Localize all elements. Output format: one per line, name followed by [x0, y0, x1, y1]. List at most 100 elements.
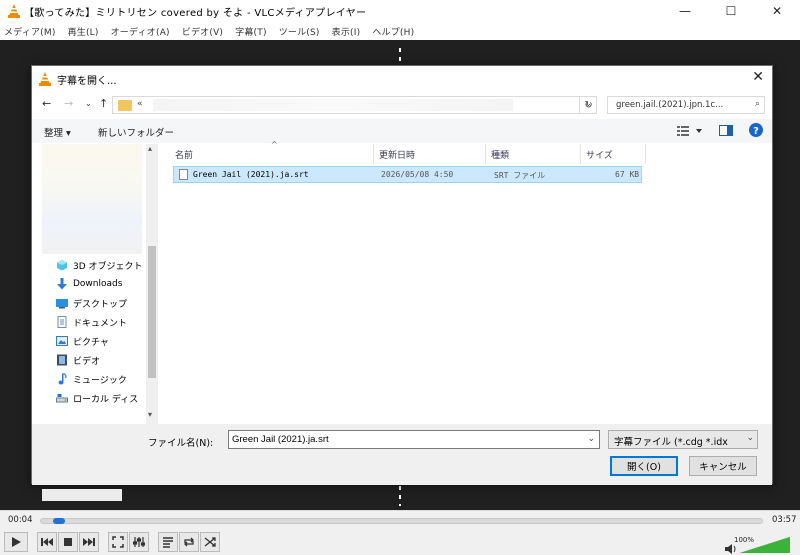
- nav-item-downloads[interactable]: Downloads: [56, 276, 122, 292]
- close-window-button[interactable]: ✕: [754, 0, 800, 22]
- menu-tools[interactable]: ツール(S): [279, 25, 320, 38]
- scroll-down-icon[interactable]: ▾: [148, 410, 152, 419]
- minimize-button[interactable]: —: [662, 0, 708, 22]
- menu-video[interactable]: ビデオ(V): [182, 25, 223, 38]
- refresh-icon[interactable]: ↻: [579, 96, 597, 114]
- search-icon: ⌕: [754, 99, 760, 109]
- menu-view[interactable]: 表示(I): [332, 25, 361, 38]
- playlist-button[interactable]: [158, 532, 178, 552]
- nav-item-label: デスクトップ: [73, 299, 128, 310]
- menu-subtitle[interactable]: 字幕(T): [235, 25, 267, 38]
- column-name[interactable]: 名前: [170, 144, 374, 164]
- nav-item-documents[interactable]: ドキュメント: [56, 314, 127, 330]
- loop-icon: [184, 537, 194, 547]
- open-subtitle-dialog: 字幕を開く... ✕ ← → ⌄ ↑ « ⌄ ↻ green.jail.(202…: [31, 65, 773, 501]
- filetype-select[interactable]: 字幕ファイル (*.cdg *.idx ⌄: [608, 430, 758, 449]
- open-button[interactable]: 開く(O): [610, 456, 678, 476]
- menu-bar: メディア(M) 再生(L) オーディオ(A) ビデオ(V) 字幕(T) ツール(…: [0, 22, 800, 40]
- nav-item-label: ローカル ディス: [73, 394, 139, 405]
- play-icon: [12, 537, 21, 547]
- menu-audio[interactable]: オーディオ(A): [111, 25, 170, 38]
- shuffle-button[interactable]: [200, 532, 220, 552]
- help-icon[interactable]: ?: [749, 123, 763, 137]
- address-prefix: «: [137, 99, 143, 109]
- vlc-cone-icon: [8, 4, 20, 18]
- stop-button[interactable]: [58, 532, 78, 552]
- fullscreen-icon: [112, 536, 124, 548]
- downloads-icon: [57, 278, 67, 290]
- up-arrow-icon[interactable]: ↑: [99, 97, 108, 110]
- seek-bar[interactable]: [40, 518, 763, 524]
- seek-handle[interactable]: [53, 518, 65, 524]
- organize-button[interactable]: 整理 ▾: [44, 125, 71, 139]
- navigation-pane: 3D オブジェクト Downloads デスクトップ ドキュメント ピクチャ ビ…: [32, 144, 157, 501]
- elapsed-time: 00:04: [8, 515, 33, 525]
- stop-icon: [64, 538, 72, 546]
- dialog-toolbar: 整理 ▾ 新しいフォルダー ?: [32, 119, 772, 143]
- filename-input[interactable]: Green Jail (2021).ja.srt ⌄: [228, 430, 600, 449]
- scroll-up-icon[interactable]: ▴: [148, 144, 152, 153]
- loop-button[interactable]: [179, 532, 199, 552]
- quick-access-redacted: [42, 144, 142, 254]
- file-name: Green Jail (2021).ja.srt: [193, 170, 309, 179]
- new-folder-button[interactable]: 新しいフォルダー: [98, 125, 174, 139]
- nav-item-pictures[interactable]: ピクチャ: [56, 333, 109, 349]
- nav-item-desktop[interactable]: デスクトップ: [56, 295, 127, 311]
- forward-arrow-icon[interactable]: →: [64, 97, 73, 110]
- nav-item-music[interactable]: ミュージック: [56, 371, 127, 387]
- dialog-close-button[interactable]: ✕: [752, 69, 764, 85]
- menu-playback[interactable]: 再生(L): [68, 25, 99, 38]
- back-arrow-icon[interactable]: ←: [42, 97, 51, 110]
- search-box[interactable]: green.jail.(2021).jpn.1c... ⌕: [607, 96, 765, 114]
- folder-icon: [118, 100, 132, 111]
- svg-text:?: ?: [753, 126, 759, 137]
- next-button[interactable]: [79, 532, 99, 552]
- address-bar[interactable]: « ⌄: [112, 96, 597, 114]
- file-modified: 2026/05/08 4:50: [381, 170, 454, 179]
- vlc-title-bar: 【歌ってみた】ミリトリセン covered by そよ - VLCメディアプレイ…: [0, 0, 800, 22]
- play-button[interactable]: [4, 532, 28, 552]
- extended-settings-button[interactable]: [129, 532, 149, 552]
- filetype-value: 字幕ファイル (*.cdg *.idx: [614, 437, 728, 448]
- file-list: ^ 名前 更新日時 種類 サイズ Green Jail (2021).ja.sr…: [161, 140, 772, 424]
- nav-pane-scrollbar[interactable]: ▴ ▾: [146, 144, 158, 424]
- recent-locations-icon[interactable]: ⌄: [85, 99, 92, 108]
- desktop-icon: [56, 299, 68, 309]
- nav-item-3d-objects[interactable]: 3D オブジェクト: [56, 257, 143, 273]
- nav-item-label: Downloads: [73, 279, 123, 289]
- volume-slider[interactable]: [740, 537, 790, 553]
- window-title: 【歌ってみた】ミリトリセン covered by そよ - VLCメディアプレイ…: [24, 8, 367, 19]
- nav-item-videos[interactable]: ビデオ: [56, 352, 100, 368]
- maximize-button[interactable]: ☐: [708, 0, 754, 22]
- column-modified[interactable]: 更新日時: [374, 144, 486, 164]
- search-input[interactable]: green.jail.(2021).jpn.1c...: [616, 100, 723, 110]
- file-icon: [179, 169, 188, 180]
- menu-media[interactable]: メディア(M): [4, 25, 56, 38]
- nav-item-label: ビデオ: [73, 356, 101, 367]
- file-row[interactable]: Green Jail (2021).ja.srt 2026/05/08 4:50…: [173, 166, 642, 183]
- scroll-thumb[interactable]: [148, 246, 156, 378]
- column-size[interactable]: サイズ: [581, 144, 646, 164]
- view-options-icon[interactable]: [677, 126, 703, 136]
- playlist-icon: [163, 537, 173, 548]
- nav-item-local-disk[interactable]: ローカル ディス: [56, 390, 138, 406]
- fullscreen-button[interactable]: [108, 532, 128, 552]
- speaker-icon[interactable]: [725, 544, 737, 554]
- nav-item-label: ピクチャ: [73, 337, 109, 348]
- menu-help[interactable]: ヘルプ(H): [372, 25, 414, 38]
- previous-icon: [41, 538, 53, 546]
- music-icon: [58, 373, 67, 385]
- video-divider: [399, 48, 401, 64]
- column-type[interactable]: 種類: [486, 144, 581, 164]
- video-divider: [399, 486, 401, 506]
- filename-label: ファイル名(N):: [148, 438, 214, 449]
- pictures-icon: [56, 336, 68, 346]
- chevron-down-icon[interactable]: ⌄: [744, 433, 754, 443]
- preview-pane-icon[interactable]: [719, 125, 733, 136]
- horizontal-scrollbar[interactable]: [42, 489, 122, 501]
- file-size: 67 KB: [615, 170, 640, 179]
- next-icon: [83, 538, 95, 546]
- cancel-button[interactable]: キャンセル: [689, 456, 757, 476]
- chevron-down-icon[interactable]: ⌄: [587, 433, 595, 444]
- previous-button[interactable]: [37, 532, 57, 552]
